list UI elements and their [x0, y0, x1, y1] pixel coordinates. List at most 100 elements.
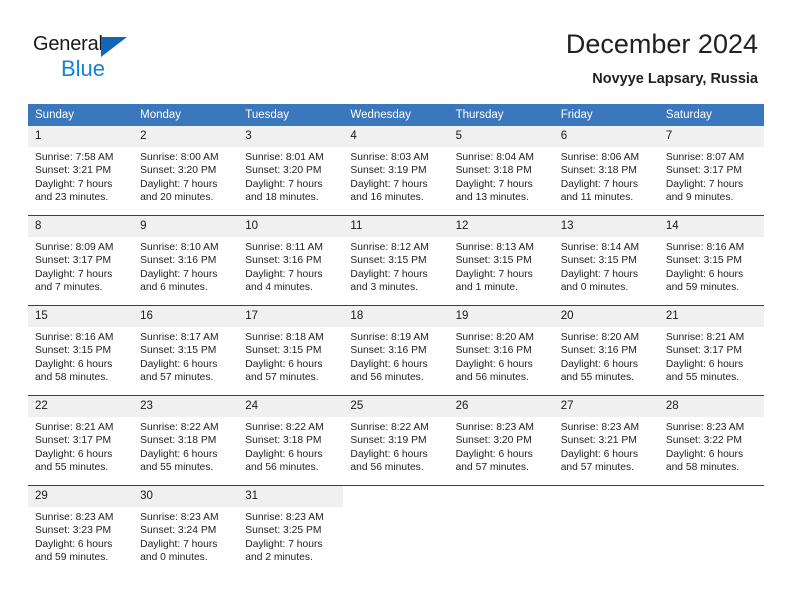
- calendar-day-cell[interactable]: 19 Sunrise: 8:20 AM Sunset: 3:16 PM Dayligh…: [448, 306, 554, 395]
- calendar-day-cell[interactable]: 2 Sunrise: 8:00 AM Sunset: 3:20 PM Daylight…: [133, 126, 239, 215]
- day-cell-inner: 3 Sunrise: 8:01 AM Sunset: 3:20 PM Daylight…: [238, 126, 344, 215]
- day-number: 7: [658, 126, 764, 147]
- day-info-sunrise: Sunrise: 8:21 AM: [665, 332, 745, 343]
- weekday-header-saturday: Saturday: [658, 104, 764, 126]
- calendar-day-cell[interactable]: 15 Sunrise: 8:16 AM Sunset: 3:15 PM Dayligh…: [28, 306, 134, 395]
- day-number: 6: [553, 126, 659, 147]
- calendar-day-cell[interactable]: 9 Sunrise: 8:10 AM Sunset: 3:16 PM Daylight…: [133, 216, 239, 305]
- day-cell-inner: 1 Sunrise: 7:58 AM Sunset: 3:21 PM Daylight…: [28, 126, 134, 215]
- day-info-sunrise: Sunrise: 8:23 AM: [140, 512, 219, 523]
- day-info-daylight2: and 55 minutes.: [665, 372, 740, 384]
- calendar-day-cell[interactable]: 6 Sunrise: 8:06 AM Sunset: 3:18 PM Daylight…: [553, 126, 659, 215]
- calendar-day-cell[interactable]: 31 Sunrise: 8:23 AM Sunset: 3:25 PM Dayligh…: [238, 486, 344, 575]
- day-number: 3: [238, 126, 344, 147]
- calendar-day-cell[interactable]: 5 Sunrise: 8:04 AM Sunset: 3:18 PM Daylight…: [448, 126, 554, 215]
- day-info-sunset: Sunset: 3:15 PM: [455, 255, 532, 267]
- day-info-daylight1: Daylight: 7 hours: [35, 178, 113, 190]
- calendar-day-cell[interactable]: 21 Sunrise: 8:21 AM Sunset: 3:17 PM Dayligh…: [658, 306, 764, 395]
- day-number: 12: [448, 216, 554, 237]
- page-title: December 2024: [565, 29, 758, 59]
- day-number: 30: [133, 486, 239, 507]
- day-info-daylight2: and 18 minutes.: [245, 192, 319, 204]
- day-info-sunrise: Sunrise: 8:06 AM: [560, 152, 640, 163]
- day-number: 2: [133, 126, 239, 147]
- day-info-daylight1: Daylight: 6 hours: [665, 268, 744, 280]
- day-cell-inner: 6 Sunrise: 8:06 AM Sunset: 3:18 PM Daylight…: [553, 126, 659, 215]
- calendar-day-cell[interactable]: 4 Sunrise: 8:03 AM Sunset: 3:19 PM Daylight…: [343, 126, 449, 215]
- calendar-day-cell[interactable]: 24 Sunrise: 8:22 AM Sunset: 3:18 PM Dayligh…: [238, 396, 344, 485]
- day-info: Sunrise: 8:10 AM Sunset: 3:16 PM Daylight:…: [133, 237, 238, 295]
- calendar-day-cell[interactable]: 22 Sunrise: 8:21 AM Sunset: 3:17 PM Dayligh…: [28, 396, 134, 485]
- weekday-header-tuesday: Tuesday: [238, 104, 344, 126]
- day-info-daylight2: and 56 minutes.: [455, 372, 529, 384]
- calendar-day-cell[interactable]: 8 Sunrise: 8:09 AM Sunset: 3:17 PM Daylight…: [28, 216, 134, 305]
- day-info-daylight2: and 59 minutes.: [35, 552, 109, 564]
- day-info-sunset: Sunset: 3:23 PM: [35, 525, 112, 537]
- day-info-sunrise: Sunrise: 8:09 AM: [35, 242, 114, 253]
- calendar-day-cell[interactable]: 17 Sunrise: 8:18 AM Sunset: 3:15 PM Dayligh…: [238, 306, 344, 395]
- calendar-empty-cell: [343, 486, 449, 575]
- calendar-day-cell[interactable]: 29 Sunrise: 8:23 AM Sunset: 3:23 PM Dayligh…: [28, 486, 134, 575]
- day-info-sunrise: Sunrise: 8:18 AM: [245, 332, 324, 343]
- day-cell-inner: 2 Sunrise: 8:00 AM Sunset: 3:20 PM Daylight…: [133, 126, 239, 215]
- page-header: General Blue December 2024 Novyye Lapsar…: [0, 0, 792, 100]
- calendar-day-cell[interactable]: 26 Sunrise: 8:23 AM Sunset: 3:20 PM Dayligh…: [448, 396, 554, 485]
- day-info-daylight2: and 56 minutes.: [350, 462, 424, 474]
- day-info-sunrise: Sunrise: 8:12 AM: [350, 242, 429, 253]
- day-info-daylight1: Daylight: 7 hours: [455, 178, 533, 190]
- day-cell-inner: 17 Sunrise: 8:18 AM Sunset: 3:15 PM Dayligh…: [238, 306, 344, 395]
- calendar-day-cell[interactable]: 14 Sunrise: 8:16 AM Sunset: 3:15 PM Dayligh…: [658, 216, 764, 305]
- calendar-day-cell[interactable]: 10 Sunrise: 8:11 AM Sunset: 3:16 PM Dayligh…: [238, 216, 344, 305]
- day-cell-inner: 25 Sunrise: 8:22 AM Sunset: 3:19 PM Dayligh…: [343, 396, 449, 485]
- day-info-daylight1: Daylight: 6 hours: [35, 448, 113, 460]
- calendar-day-cell[interactable]: 12 Sunrise: 8:13 AM Sunset: 3:15 PM Dayligh…: [448, 216, 554, 305]
- calendar-day-cell[interactable]: 11 Sunrise: 8:12 AM Sunset: 3:15 PM Dayligh…: [343, 216, 449, 305]
- calendar-day-cell[interactable]: 25 Sunrise: 8:22 AM Sunset: 3:19 PM Dayligh…: [343, 396, 449, 485]
- calendar-day-cell[interactable]: 7 Sunrise: 8:07 AM Sunset: 3:17 PM Daylight…: [658, 126, 764, 215]
- day-info-sunset: Sunset: 3:18 PM: [560, 165, 637, 177]
- day-number: 11: [343, 216, 449, 237]
- day-cell-inner: 27 Sunrise: 8:23 AM Sunset: 3:21 PM Dayligh…: [553, 396, 659, 485]
- day-info-daylight1: Daylight: 6 hours: [665, 448, 744, 460]
- day-number: 10: [238, 216, 344, 237]
- day-info-daylight2: and 55 minutes.: [35, 462, 109, 474]
- day-number: [658, 486, 764, 507]
- calendar-day-cell[interactable]: 30 Sunrise: 8:23 AM Sunset: 3:24 PM Dayligh…: [133, 486, 239, 575]
- day-info-daylight1: Daylight: 7 hours: [245, 178, 323, 190]
- day-info-sunset: Sunset: 3:16 PM: [245, 255, 322, 267]
- day-cell-inner: 29 Sunrise: 8:23 AM Sunset: 3:23 PM Dayligh…: [28, 486, 134, 575]
- day-info: Sunrise: 8:03 AM Sunset: 3:19 PM Daylight:…: [343, 147, 448, 205]
- day-info-daylight1: Daylight: 6 hours: [665, 358, 744, 370]
- day-cell-inner: 20 Sunrise: 8:20 AM Sunset: 3:16 PM Dayligh…: [553, 306, 659, 395]
- day-info-daylight2: and 55 minutes.: [140, 462, 214, 474]
- day-info-daylight1: Daylight: 7 hours: [140, 538, 218, 550]
- day-info-sunrise: Sunrise: 8:10 AM: [140, 242, 219, 253]
- calendar-day-cell[interactable]: 16 Sunrise: 8:17 AM Sunset: 3:15 PM Dayligh…: [133, 306, 239, 395]
- day-info-daylight2: and 57 minutes.: [140, 372, 214, 384]
- title-block: December 2024 Novyye Lapsary, Russia: [566, 28, 758, 89]
- day-info: Sunrise: 8:21 AM Sunset: 3:17 PM Daylight:…: [28, 417, 133, 475]
- day-info-sunset: Sunset: 3:18 PM: [245, 435, 322, 447]
- calendar-day-cell[interactable]: 1 Sunrise: 7:58 AM Sunset: 3:21 PM Daylight…: [28, 126, 134, 215]
- calendar-empty-cell: [658, 486, 764, 575]
- day-cell-inner: 11 Sunrise: 8:12 AM Sunset: 3:15 PM Dayligh…: [343, 216, 449, 305]
- calendar-day-cell[interactable]: 20 Sunrise: 8:20 AM Sunset: 3:16 PM Dayligh…: [553, 306, 659, 395]
- calendar-day-cell[interactable]: 23 Sunrise: 8:22 AM Sunset: 3:18 PM Dayligh…: [133, 396, 239, 485]
- day-info-daylight1: Daylight: 6 hours: [560, 448, 638, 460]
- calendar-day-cell[interactable]: 13 Sunrise: 8:14 AM Sunset: 3:15 PM Dayligh…: [553, 216, 659, 305]
- calendar-day-cell[interactable]: 3 Sunrise: 8:01 AM Sunset: 3:20 PM Daylight…: [238, 126, 344, 215]
- calendar-day-cell[interactable]: 18 Sunrise: 8:19 AM Sunset: 3:16 PM Dayligh…: [343, 306, 449, 395]
- day-info: Sunrise: 8:23 AM Sunset: 3:24 PM Daylight:…: [133, 507, 238, 565]
- day-number: 14: [658, 216, 764, 237]
- day-info-daylight2: and 11 minutes.: [560, 192, 634, 204]
- day-info: Sunrise: 7:58 AM Sunset: 3:21 PM Daylight:…: [28, 147, 133, 205]
- day-info: Sunrise: 8:11 AM Sunset: 3:16 PM Daylight:…: [238, 237, 343, 295]
- calendar-day-cell[interactable]: 27 Sunrise: 8:23 AM Sunset: 3:21 PM Dayligh…: [553, 396, 659, 485]
- day-number: 31: [238, 486, 344, 507]
- calendar-empty-cell: [448, 486, 554, 575]
- day-info-sunset: Sunset: 3:19 PM: [350, 435, 427, 447]
- day-info-sunrise: Sunrise: 8:22 AM: [350, 422, 429, 433]
- generalblue-logo[interactable]: General Blue: [33, 33, 173, 83]
- calendar-day-cell[interactable]: 28 Sunrise: 8:23 AM Sunset: 3:22 PM Dayligh…: [658, 396, 764, 485]
- day-info-daylight1: Daylight: 7 hours: [350, 268, 428, 280]
